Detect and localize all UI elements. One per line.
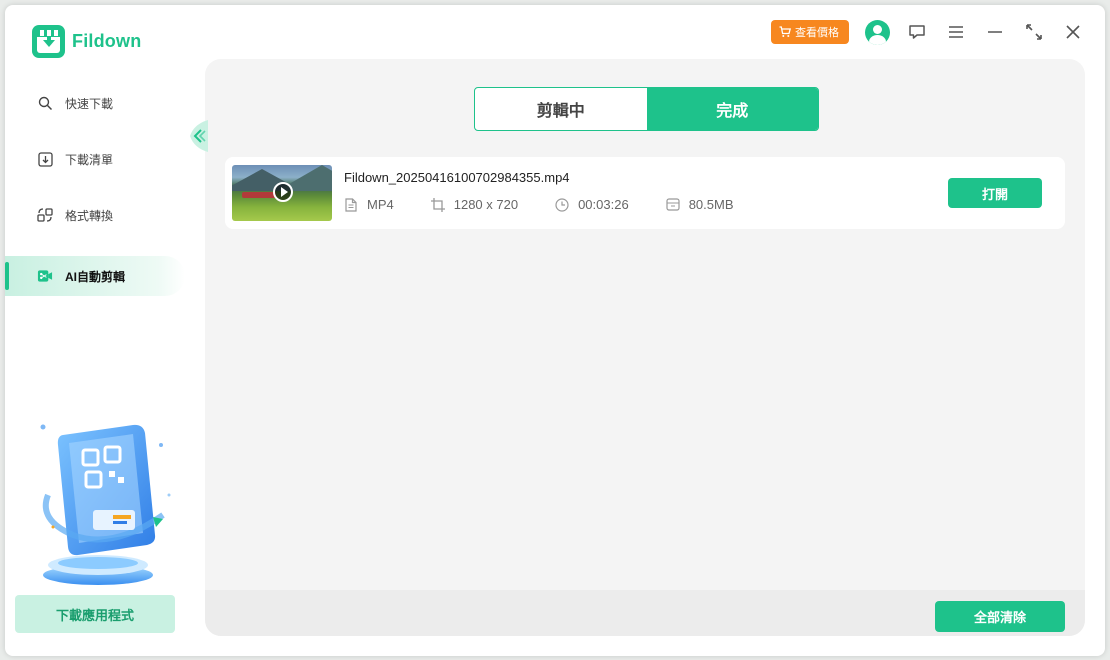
status-tabs: 剪輯中 完成 <box>474 87 819 131</box>
main-panel: 剪輯中 完成 Fildown_20250416100702984355.mp4 … <box>205 59 1085 636</box>
sidebar-item-label: AI自動剪輯 <box>65 269 126 284</box>
cart-icon <box>779 26 791 37</box>
sidebar-item-label: 快速下載 <box>65 96 114 111</box>
app-promo-illustration <box>40 424 171 585</box>
convert-icon <box>37 207 53 223</box>
play-icon[interactable] <box>273 182 293 202</box>
sidebar: 快速下載 下載清單 格式轉換 AI自動剪輯 下載應用程式 <box>5 65 205 656</box>
download-app-button[interactable]: 下載應用程式 <box>15 595 175 633</box>
storage-icon <box>666 198 680 212</box>
titlebar-controls: 查看價格 <box>771 19 1085 45</box>
sidebar-item-download-list[interactable]: 下載清單 <box>5 139 185 179</box>
open-button[interactable]: 打開 <box>948 178 1042 208</box>
chevron-left-icon <box>190 120 208 152</box>
file-format: MP4 <box>344 197 394 212</box>
collapse-sidebar-button[interactable] <box>186 120 208 152</box>
clock-icon <box>555 197 569 212</box>
close-icon[interactable] <box>1061 20 1085 44</box>
footer-bar: 全部清除 <box>205 590 1085 636</box>
view-price-button[interactable]: 查看價格 <box>771 20 849 44</box>
minimize-icon[interactable] <box>983 20 1007 44</box>
sidebar-item-quick-download[interactable]: 快速下載 <box>5 83 185 123</box>
crop-icon <box>430 197 445 212</box>
app-logo: Fildown <box>32 25 141 58</box>
file-size: 80.5MB <box>666 197 734 212</box>
file-name: Fildown_20250416100702984355.mp4 <box>344 170 570 185</box>
app-name: Fildown <box>72 31 142 51</box>
sidebar-item-format-convert[interactable]: 格式轉換 <box>5 195 185 235</box>
sidebar-item-label: 下載清單 <box>65 152 114 167</box>
user-avatar-icon[interactable] <box>865 19 890 45</box>
file-icon <box>344 197 358 212</box>
menu-icon[interactable] <box>944 20 968 44</box>
fildown-logo-icon <box>32 25 65 58</box>
list-item: Fildown_20250416100702984355.mp4 MP4 128… <box>225 157 1065 229</box>
sidebar-item-ai-auto-edit[interactable]: AI自動剪輯 <box>5 256 185 296</box>
feedback-icon[interactable] <box>905 20 929 44</box>
file-resolution: 1280 x 720 <box>430 197 518 212</box>
file-meta: MP4 1280 x 720 00:03:26 80.5MB <box>344 197 771 212</box>
view-price-label: 查看價格 <box>795 27 839 39</box>
maximize-icon[interactable] <box>1022 20 1046 44</box>
tab-completed[interactable]: 完成 <box>646 88 818 130</box>
search-icon <box>37 95 53 111</box>
sidebar-item-label: 格式轉換 <box>65 208 114 223</box>
clear-all-button[interactable]: 全部清除 <box>935 601 1065 632</box>
file-duration: 00:03:26 <box>555 197 629 212</box>
download-app-label: 下載應用程式 <box>55 607 134 623</box>
app-window: Fildown 查看價格 快速下載 下載清單 格式轉換 AI自動剪輯 下載應用程… <box>5 5 1105 656</box>
video-edit-icon <box>37 268 53 284</box>
download-list-icon <box>37 151 53 167</box>
tab-editing[interactable]: 剪輯中 <box>475 88 647 130</box>
video-thumbnail[interactable] <box>232 165 332 221</box>
